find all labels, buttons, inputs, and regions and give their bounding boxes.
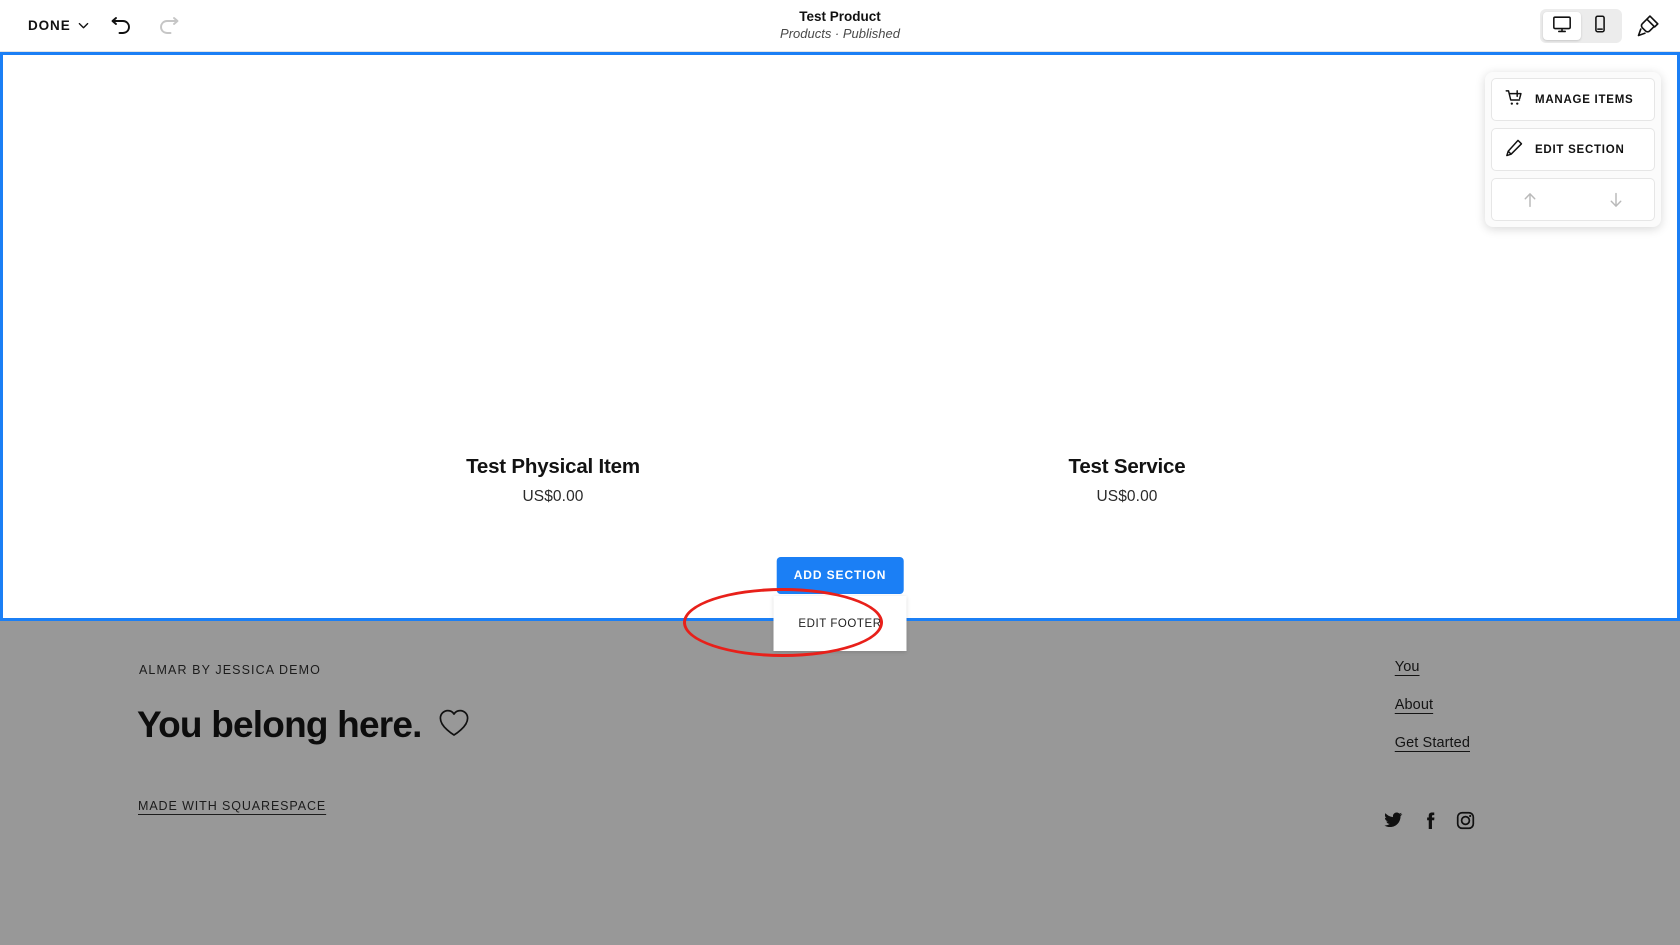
product-price: US$0.00 xyxy=(403,488,703,506)
product-grid: Test Physical Item US$0.00 Test Service … xyxy=(3,455,1677,506)
page-title-block: Test Product Products · Published xyxy=(780,9,900,41)
footer-link-about[interactable]: About xyxy=(1395,697,1433,713)
desktop-view-button[interactable] xyxy=(1543,12,1581,40)
pencil-icon xyxy=(1504,138,1524,161)
redo-icon[interactable] xyxy=(147,5,189,47)
site-canvas: ALMAR BY JESSICA DEMO You belong here. M… xyxy=(0,52,1680,945)
footer-social-links xyxy=(1384,811,1475,830)
footer-headline: You belong here. xyxy=(137,704,470,746)
footer-brand: ALMAR BY JESSICA DEMO xyxy=(139,663,321,677)
manage-items-label: MANAGE ITEMS xyxy=(1535,94,1633,106)
desktop-icon xyxy=(1552,14,1572,37)
edit-section-label: EDIT SECTION xyxy=(1535,144,1625,156)
edit-footer-button[interactable]: EDIT FOOTER xyxy=(774,596,907,651)
facebook-icon[interactable] xyxy=(1420,811,1439,830)
done-label: DONE xyxy=(28,18,71,33)
toolbar-left-group: DONE xyxy=(0,5,189,47)
move-section-down-button[interactable] xyxy=(1579,179,1655,220)
twitter-icon[interactable] xyxy=(1384,811,1403,830)
footer-headline-text: You belong here. xyxy=(137,704,422,746)
products-section[interactable]: Test Physical Item US$0.00 Test Service … xyxy=(0,52,1680,621)
shopping-cart-icon xyxy=(1504,88,1524,111)
mobile-icon xyxy=(1590,14,1610,37)
add-section-button[interactable]: ADD SECTION xyxy=(777,557,904,594)
site-styles-brush-icon[interactable] xyxy=(1630,8,1666,44)
mobile-view-button[interactable] xyxy=(1581,12,1619,40)
footer-link-get-started[interactable]: Get Started xyxy=(1395,735,1470,751)
manage-items-button[interactable]: MANAGE ITEMS xyxy=(1491,78,1655,121)
product-title: Test Physical Item xyxy=(403,455,703,479)
product-title: Test Service xyxy=(977,455,1277,479)
footer-nav: You About Get Started xyxy=(1395,659,1470,751)
page-status: Products · Published xyxy=(780,27,900,42)
product-card[interactable]: Test Service US$0.00 xyxy=(977,455,1277,506)
move-section-up-button[interactable] xyxy=(1492,179,1568,220)
done-button[interactable]: DONE xyxy=(20,12,97,39)
made-with-squarespace-link[interactable]: MADE WITH SQUARESPACE xyxy=(138,799,326,813)
instagram-icon[interactable] xyxy=(1456,811,1475,830)
heart-outline-icon xyxy=(438,708,470,743)
chevron-down-icon xyxy=(78,19,89,30)
page-title: Test Product xyxy=(780,9,900,25)
editor-root: DONE Test Product Products · Publ xyxy=(0,0,1680,945)
undo-icon[interactable] xyxy=(101,5,143,47)
product-price: US$0.00 xyxy=(977,488,1277,506)
editor-toolbar: DONE Test Product Products · Publ xyxy=(0,0,1680,52)
move-section-controls xyxy=(1491,178,1655,221)
toolbar-right-group xyxy=(1540,8,1666,44)
edit-section-button[interactable]: EDIT SECTION xyxy=(1491,128,1655,171)
footer-link-you[interactable]: You xyxy=(1395,659,1420,675)
section-toolbar: MANAGE ITEMS EDIT SECTION xyxy=(1485,72,1661,227)
product-card[interactable]: Test Physical Item US$0.00 xyxy=(403,455,703,506)
view-toggle xyxy=(1540,9,1622,43)
